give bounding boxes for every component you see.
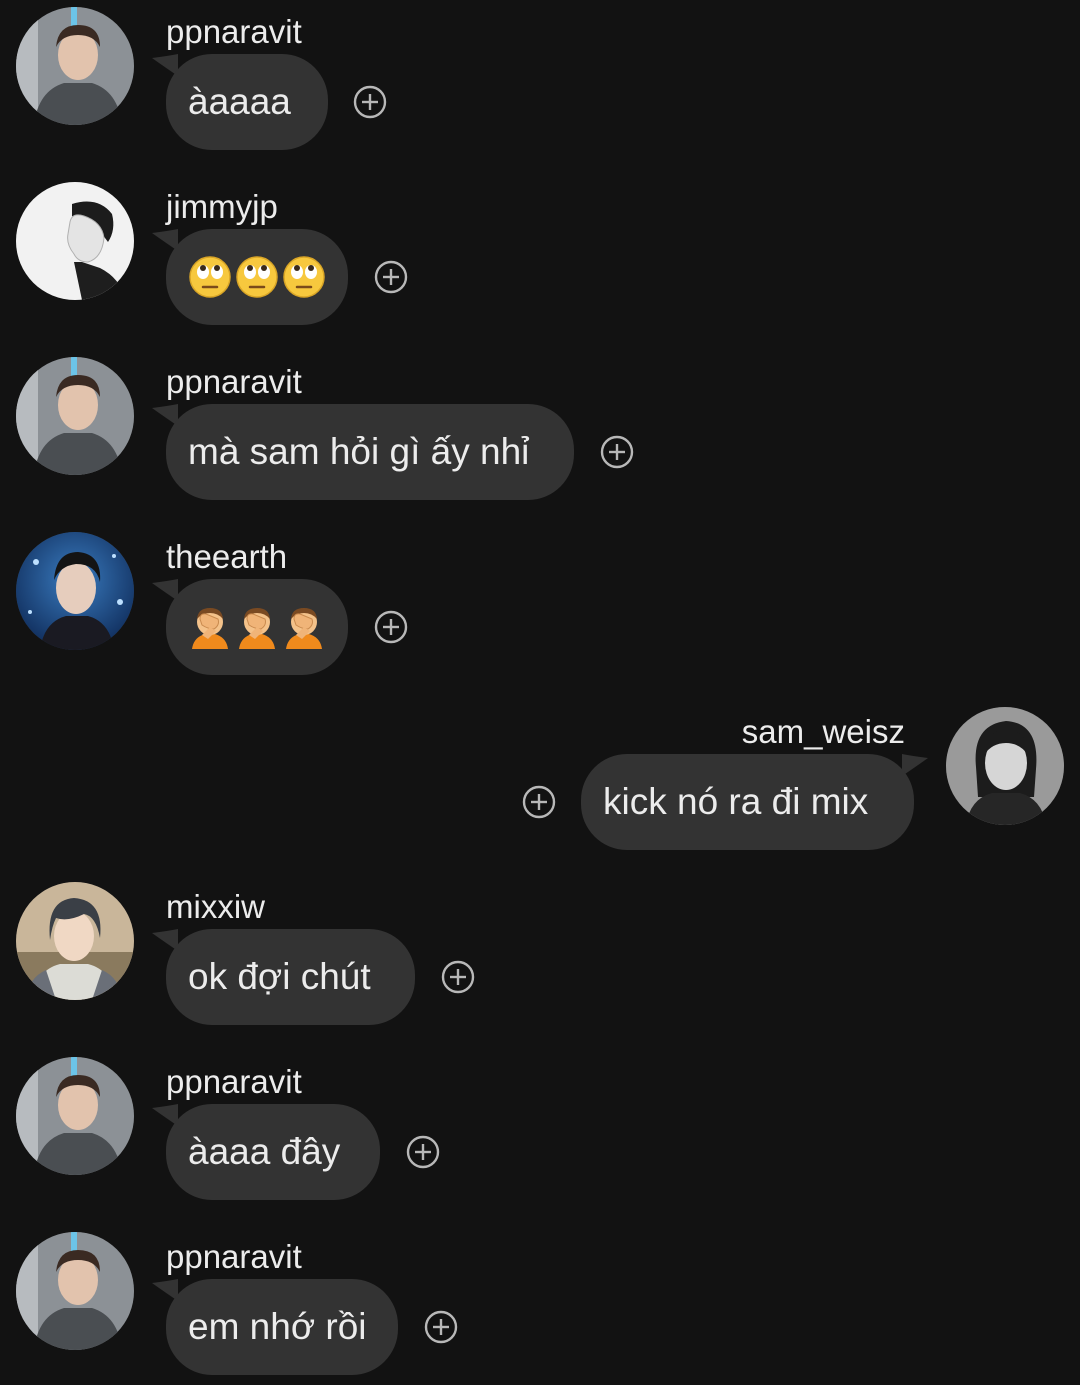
face-with-rolling-eyes-emoji — [189, 256, 231, 298]
plus-circle-icon — [374, 260, 408, 294]
avatar-sam-weisz — [946, 707, 1064, 825]
message-bubble[interactable]: àaaa đây — [166, 1104, 380, 1200]
sender-username[interactable]: jimmyjp — [166, 187, 278, 227]
sender-username[interactable]: mixxiw — [166, 887, 265, 927]
avatar-ppnaravit — [16, 7, 134, 125]
avatar-ppnaravit — [16, 1057, 134, 1175]
message-bubble[interactable]: em nhớ rồi — [166, 1279, 398, 1375]
plus-circle-icon — [424, 1310, 458, 1344]
avatar[interactable] — [16, 882, 134, 1000]
bubble-tail — [902, 754, 928, 776]
message-row: ppnaravit àaaa đây — [0, 1050, 1080, 1210]
sender-username[interactable]: ppnaravit — [166, 1062, 302, 1102]
avatar[interactable] — [16, 7, 134, 125]
add-reaction-button[interactable] — [424, 1310, 458, 1344]
person-facepalming-emoji — [192, 608, 228, 649]
message-bubble[interactable] — [166, 229, 348, 325]
add-reaction-button[interactable] — [522, 785, 556, 819]
message-row: theearth — [0, 525, 1080, 685]
plus-circle-icon — [374, 610, 408, 644]
avatar[interactable] — [16, 1057, 134, 1175]
avatar-ppnaravit — [16, 357, 134, 475]
face-with-rolling-eyes-emoji — [236, 256, 278, 298]
person-facepalming-emoji — [286, 608, 322, 649]
avatar[interactable] — [16, 357, 134, 475]
add-reaction-button[interactable] — [600, 435, 634, 469]
avatar-jimmyjp — [16, 182, 134, 300]
add-reaction-button[interactable] — [374, 260, 408, 294]
plus-circle-icon — [441, 960, 475, 994]
sender-username[interactable]: ppnaravit — [166, 12, 302, 52]
message-bubble[interactable]: ok đợi chút — [166, 929, 415, 1025]
message-row: ppnaravit em nhớ rồi — [0, 1225, 1080, 1385]
message-row: ppnaravit mà sam hỏi gì ấy nhỉ — [0, 350, 1080, 510]
message-bubble[interactable]: àaaaa — [166, 54, 328, 150]
plus-circle-icon — [406, 1135, 440, 1169]
message-row: ppnaravit àaaaa — [0, 0, 1080, 160]
person-facepalming-emoji — [239, 608, 275, 649]
avatar-ppnaravit — [16, 1232, 134, 1350]
message-bubble[interactable]: mà sam hỏi gì ấy nhỉ — [166, 404, 574, 500]
message-row: jimmyjp — [0, 175, 1080, 335]
sender-username[interactable]: ppnaravit — [166, 1237, 302, 1277]
avatar[interactable] — [16, 1232, 134, 1350]
add-reaction-button[interactable] — [406, 1135, 440, 1169]
plus-circle-icon — [522, 785, 556, 819]
message-row: mixxiw ok đợi chút — [0, 875, 1080, 1035]
message-bubble[interactable] — [166, 579, 348, 675]
add-reaction-button[interactable] — [353, 85, 387, 119]
avatar[interactable] — [16, 182, 134, 300]
message-bubble[interactable]: kick nó ra đi mix — [581, 754, 914, 850]
avatar-mixxiw — [16, 882, 134, 1000]
face-with-rolling-eyes-emoji — [283, 256, 325, 298]
add-reaction-button[interactable] — [374, 610, 408, 644]
sender-username[interactable]: sam_weisz — [742, 712, 905, 752]
message-row: sam_weisz kick nó ra đi mix — [0, 700, 1080, 860]
add-reaction-button[interactable] — [441, 960, 475, 994]
avatar[interactable] — [16, 532, 134, 650]
plus-circle-icon — [353, 85, 387, 119]
sender-username[interactable]: theearth — [166, 537, 287, 577]
avatar-theearth — [16, 532, 134, 650]
avatar[interactable] — [946, 707, 1064, 825]
plus-circle-icon — [600, 435, 634, 469]
sender-username[interactable]: ppnaravit — [166, 362, 302, 402]
